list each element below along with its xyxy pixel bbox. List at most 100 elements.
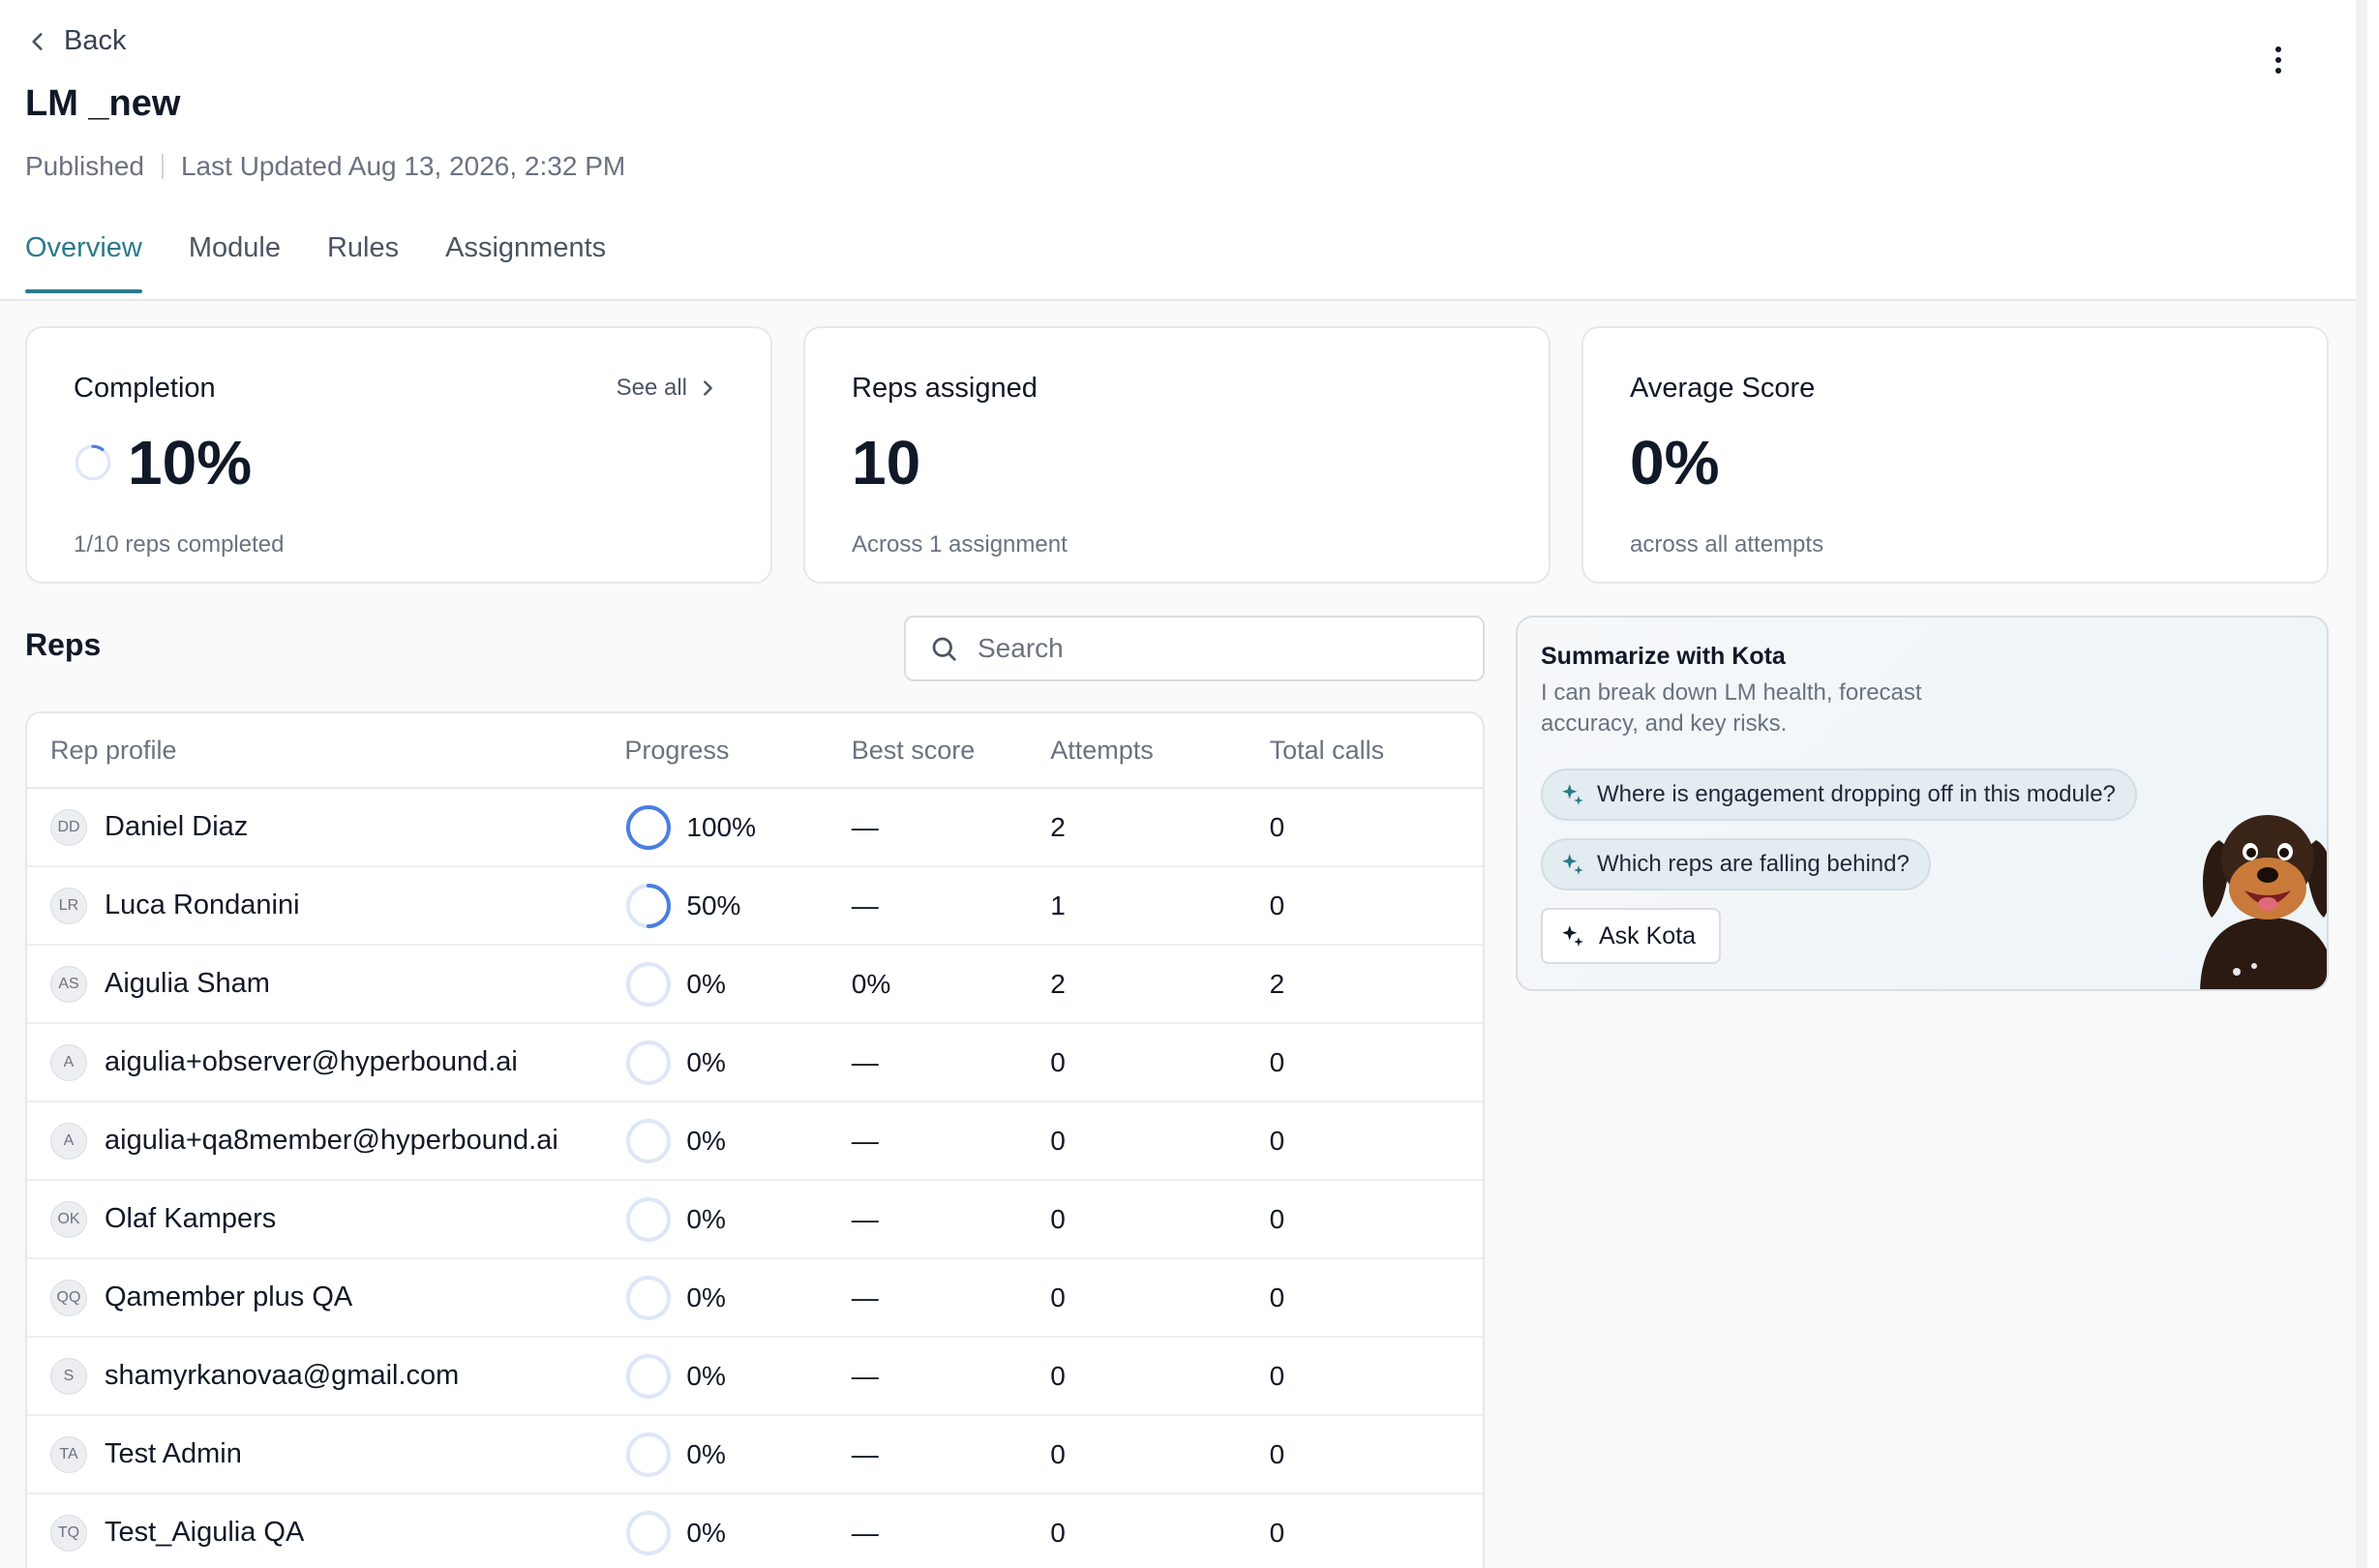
- rep-name: shamyrkanovaa@gmail.com: [105, 1360, 460, 1391]
- avatar: A: [50, 1043, 87, 1081]
- progress-value: 0%: [686, 1517, 726, 1548]
- progress-value: 0%: [686, 1438, 726, 1469]
- rep-name: Daniel Diaz: [105, 811, 249, 842]
- best-score-cell: —: [851, 1438, 879, 1469]
- table-row[interactable]: QQ Qamember plus QA 0% — 0 0: [27, 1259, 1483, 1338]
- completion-value: 10%: [128, 428, 253, 498]
- table-row[interactable]: Aaigulia+observer@hyperbound.ai 0% — 0 0: [27, 1024, 1483, 1102]
- table-row[interactable]: Aaigulia+qa8member@hyperbound.ai 0% — 0 0: [27, 1102, 1483, 1181]
- kota-suggestion-falling-behind[interactable]: Which reps are falling behind?: [1541, 838, 1931, 890]
- rep-name: Olaf Kampers: [105, 1203, 277, 1234]
- column-header-attempts[interactable]: Attempts: [1050, 736, 1269, 766]
- tab-module[interactable]: Module: [189, 232, 281, 293]
- best-score-cell: —: [851, 1046, 879, 1077]
- kota-suggestion-engagement[interactable]: Where is engagement dropping off in this…: [1541, 769, 2137, 821]
- sparkle-icon: [1562, 925, 1583, 947]
- progress-value: 100%: [686, 811, 757, 842]
- see-all-link[interactable]: See all: [617, 375, 718, 402]
- progress-cell: 0%: [624, 1352, 851, 1401]
- reps-table: Rep profile Progress Best score Attempts…: [25, 711, 1485, 1568]
- kota-panel: Summarize with Kota I can break down LM …: [1516, 616, 2329, 991]
- ask-kota-button[interactable]: Ask Kota: [1541, 908, 1722, 964]
- progress-ring-icon: [626, 804, 672, 850]
- rep-name: Aigulia Sham: [105, 968, 270, 999]
- tab-rules[interactable]: Rules: [327, 232, 399, 293]
- progress-ring-icon: [626, 1353, 672, 1399]
- rep-name: Qamember plus QA: [105, 1282, 353, 1312]
- column-header-rep-profile[interactable]: Rep profile: [27, 736, 624, 766]
- rep-profile-cell: Sshamyrkanovaa@gmail.com: [27, 1357, 624, 1395]
- progress-cell: 0%: [624, 1117, 851, 1165]
- rep-profile-cell: QQ Qamember plus QA: [27, 1279, 624, 1316]
- rep-name: aigulia+qa8member@hyperbound.ai: [105, 1125, 558, 1156]
- rep-name: Test Admin: [105, 1438, 242, 1469]
- progress-ring-icon: [626, 1275, 672, 1320]
- search-icon: [932, 637, 956, 661]
- search-box: [904, 616, 1485, 681]
- progress-ring-icon: [626, 1118, 672, 1163]
- best-score-cell: —: [851, 1125, 879, 1156]
- progress-cell: 0%: [624, 1039, 851, 1087]
- best-score-cell: 0%: [851, 968, 891, 999]
- table-row[interactable]: AS Aigulia Sham 0% 0% 2 2: [27, 946, 1483, 1024]
- attempts-cell: 0: [1050, 1438, 1066, 1469]
- best-score-cell: —: [851, 890, 879, 920]
- avatar: S: [50, 1357, 87, 1395]
- table-row[interactable]: TQ Test_Aigulia QA 0% — 0 0: [27, 1494, 1483, 1568]
- completion-sub: 1/10 reps completed: [74, 531, 285, 558]
- more-options-icon[interactable]: [2261, 41, 2296, 79]
- progress-value: 0%: [686, 1046, 726, 1077]
- avatar: TQ: [50, 1514, 87, 1552]
- tab-assignments[interactable]: Assignments: [445, 232, 606, 293]
- total-calls-cell: 0: [1269, 1438, 1285, 1469]
- attempts-cell: 0: [1050, 1517, 1066, 1548]
- progress-cell: 0%: [624, 1274, 851, 1322]
- rep-profile-cell: DD Daniel Diaz: [27, 808, 624, 846]
- back-button[interactable]: Back: [25, 25, 126, 57]
- total-calls-cell: 0: [1269, 1046, 1285, 1077]
- avatar: OK: [50, 1200, 87, 1238]
- kota-mascot-dog-icon: [2200, 815, 2327, 989]
- reps-heading: Reps: [25, 627, 102, 662]
- progress-ring-icon: [626, 1040, 672, 1085]
- table-row[interactable]: Sshamyrkanovaa@gmail.com 0% — 0 0: [27, 1338, 1483, 1416]
- total-calls-cell: 2: [1269, 968, 1285, 999]
- search-input[interactable]: [978, 633, 1442, 664]
- progress-value: 0%: [686, 1282, 726, 1312]
- completion-value-wrap: 10%: [74, 427, 252, 498]
- total-calls-cell: 0: [1269, 811, 1285, 842]
- see-all-label: See all: [616, 375, 687, 401]
- rep-name: aigulia+observer@hyperbound.ai: [105, 1046, 518, 1077]
- back-label: Back: [64, 25, 127, 56]
- attempts-cell: 0: [1050, 1203, 1066, 1234]
- progress-ring-icon: [626, 883, 672, 928]
- attempts-cell: 2: [1050, 811, 1066, 842]
- table-row[interactable]: DD Daniel Diaz 100% — 2 0: [27, 789, 1483, 867]
- average-score-card: Average Score 0% across all attempts: [1581, 326, 2329, 584]
- best-score-cell: —: [851, 811, 879, 842]
- rep-profile-cell: Aaigulia+observer@hyperbound.ai: [27, 1043, 624, 1081]
- window-edge: [2356, 0, 2367, 1568]
- avatar: AS: [50, 965, 87, 1003]
- tab-overview[interactable]: Overview: [25, 232, 142, 293]
- table-row[interactable]: TA Test Admin 0% — 0 0: [27, 1416, 1483, 1494]
- progress-value: 0%: [686, 968, 726, 999]
- rep-profile-cell: OK Olaf Kampers: [27, 1200, 624, 1238]
- table-row[interactable]: OK Olaf Kampers 0% — 0 0: [27, 1181, 1483, 1259]
- progress-value: 0%: [686, 1125, 726, 1156]
- completion-card: Completion See all 10% 1/10 reps complet…: [25, 326, 772, 584]
- best-score-cell: —: [851, 1517, 879, 1548]
- progress-cell: 0%: [624, 1195, 851, 1244]
- avatar: DD: [50, 808, 87, 846]
- rep-profile-cell: LR Luca Rondanini: [27, 887, 624, 924]
- column-header-best-score[interactable]: Best score: [852, 736, 1050, 766]
- table-row[interactable]: LR Luca Rondanini 50% — 1 0: [27, 867, 1483, 946]
- column-header-total-calls[interactable]: Total calls: [1270, 736, 1483, 766]
- attempts-cell: 0: [1050, 1125, 1066, 1156]
- attempts-cell: 2: [1050, 968, 1066, 999]
- rep-profile-cell: TQ Test_Aigulia QA: [27, 1514, 624, 1552]
- attempts-cell: 0: [1050, 1360, 1066, 1391]
- sparkle-icon: [1562, 784, 1583, 805]
- column-header-progress[interactable]: Progress: [624, 736, 851, 766]
- progress-cell: 100%: [624, 803, 851, 852]
